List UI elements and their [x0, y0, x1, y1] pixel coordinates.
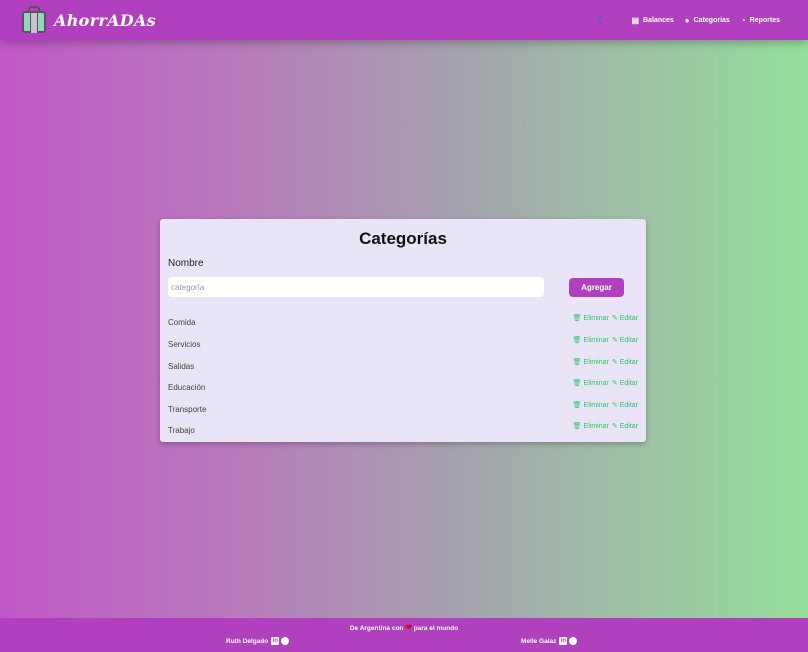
delete-button[interactable]: 🗑 Eliminar: [572, 358, 609, 367]
category-actions: 🗑 Eliminar ✎ Editar: [570, 422, 638, 431]
edit-label: Editar: [619, 379, 638, 387]
delete-button[interactable]: 🗑 Eliminar: [572, 422, 609, 431]
author-name: Ruth Delgado: [226, 637, 269, 645]
chart-icon: ▤: [631, 15, 640, 25]
heart-icon: ❤: [405, 623, 412, 632]
author-credit: Ruth Delgado in: [226, 637, 290, 645]
moon-icon[interactable]: ☾: [597, 14, 607, 27]
trash-icon: 🗑: [572, 402, 582, 409]
author-name: Melle Galaz: [521, 637, 557, 645]
edit-button[interactable]: ✎ Editar: [611, 358, 638, 367]
footer-tagline: De Argentina con ❤ para el mundo: [0, 623, 808, 632]
nav-reportes[interactable]: ◔ Reportes: [741, 16, 780, 25]
trash-icon: 🗑: [572, 423, 582, 430]
delete-label: Eliminar: [583, 422, 609, 430]
edit-label: Editar: [619, 401, 638, 409]
delete-label: Eliminar: [583, 379, 609, 387]
category-actions: 🗑 Eliminar ✎ Editar: [570, 358, 638, 367]
brand[interactable]: AhorrADAs: [20, 5, 156, 35]
edit-button[interactable]: ✎ Editar: [611, 422, 638, 431]
nav-balances-label: Balances: [643, 16, 674, 24]
category-row: Salidas 🗑 Eliminar ✎ Editar: [160, 358, 646, 374]
trash-icon: 🗑: [572, 337, 582, 344]
add-category-button[interactable]: Agregar: [569, 278, 624, 297]
footer-prefix: De Argentina con: [349, 625, 404, 632]
edit-icon: ✎: [611, 359, 618, 366]
app-name: AhorrADAs: [54, 10, 156, 30]
edit-icon: ✎: [611, 423, 618, 430]
edit-label: Editar: [619, 314, 638, 322]
category-row: Transporte 🗑 Eliminar ✎ Editar: [160, 401, 646, 417]
category-name: Comida: [168, 318, 196, 327]
edit-label: Editar: [619, 336, 638, 344]
nav-menu: ☾ ▤ Balances ● Categorias ◔ Reportes: [597, 0, 780, 40]
delete-label: Eliminar: [583, 314, 609, 322]
category-row: Servicios 🗑 Eliminar ✎ Editar: [160, 336, 646, 352]
linkedin-icon[interactable]: in: [559, 637, 568, 645]
delete-button[interactable]: 🗑 Eliminar: [572, 336, 609, 345]
edit-icon: ✎: [611, 337, 618, 344]
navbar: AhorrADAs ☾ ▤ Balances ● Categorias ◔ Re…: [0, 0, 808, 40]
category-actions: 🗑 Eliminar ✎ Editar: [570, 314, 638, 323]
footer: De Argentina con ❤ para el mundo Ruth De…: [0, 618, 808, 652]
github-icon[interactable]: [281, 637, 290, 645]
edit-button[interactable]: ✎ Editar: [611, 401, 638, 410]
category-actions: 🗑 Eliminar ✎ Editar: [570, 336, 638, 345]
trash-icon: 🗑: [572, 359, 582, 366]
page-title: Categorías: [359, 229, 447, 248]
footer-suffix: para el mundo: [413, 625, 459, 632]
linkedin-icon[interactable]: in: [271, 637, 280, 645]
category-actions: 🗑 Eliminar ✎ Editar: [570, 379, 638, 388]
edit-label: Editar: [619, 358, 638, 366]
delete-button[interactable]: 🗑 Eliminar: [572, 379, 609, 388]
edit-label: Editar: [619, 422, 638, 430]
trash-icon: 🗑: [572, 380, 582, 387]
edit-button[interactable]: ✎ Editar: [611, 379, 638, 388]
category-name: Trabajo: [168, 426, 195, 435]
edit-icon: ✎: [611, 315, 618, 322]
edit-button[interactable]: ✎ Editar: [611, 314, 638, 323]
trash-icon: 🗑: [572, 315, 582, 322]
category-name: Educación: [168, 383, 206, 392]
author-credit: Melle Galaz in: [521, 637, 578, 645]
category-row: Educación 🗑 Eliminar ✎ Editar: [160, 379, 646, 395]
category-row: Comida 🗑 Eliminar ✎ Editar: [160, 314, 646, 330]
category-row: Trabajo 🗑 Eliminar ✎ Editar: [160, 422, 646, 438]
nav-balances[interactable]: ▤ Balances: [631, 16, 673, 25]
tag-icon: ●: [684, 15, 690, 25]
category-name: Salidas: [168, 362, 195, 371]
pie-chart-icon: ◔: [740, 15, 746, 25]
delete-label: Eliminar: [583, 401, 609, 409]
category-input[interactable]: [168, 277, 544, 297]
delete-label: Eliminar: [583, 358, 609, 366]
category-name: Servicios: [168, 340, 201, 349]
delete-button[interactable]: 🗑 Eliminar: [572, 401, 609, 410]
edit-icon: ✎: [611, 402, 618, 409]
edit-button[interactable]: ✎ Editar: [611, 336, 638, 345]
nav-categorias[interactable]: ● Categorias: [685, 16, 730, 25]
categories-card: Categorías Nombre Agregar Comida 🗑Elimin…: [160, 219, 646, 442]
category-name: Transporte: [168, 405, 207, 414]
name-label: Nombre: [168, 258, 204, 269]
github-icon[interactable]: [569, 637, 578, 645]
edit-icon: ✎: [611, 380, 618, 387]
suitcase-logo-icon: [20, 5, 48, 35]
delete-button[interactable]: 🗑 Eliminar: [572, 314, 609, 323]
category-actions: 🗑 Eliminar ✎ Editar: [570, 401, 638, 410]
nav-categorias-label: Categorias: [693, 16, 730, 24]
nav-reportes-label: Reportes: [749, 16, 780, 24]
delete-label: Eliminar: [583, 336, 609, 344]
